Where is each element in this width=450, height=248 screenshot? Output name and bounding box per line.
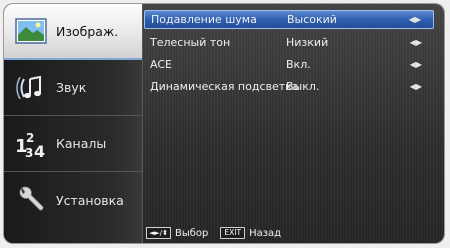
svg-text:3: 3 (25, 146, 33, 160)
sidebar-item-label: Установка (56, 192, 124, 208)
settings-list: Подавление шума Высокий ◀▶ Телесный тон … (144, 10, 434, 100)
channel-numbers-icon: 1 2 3 4 (14, 127, 48, 161)
key-hints: ◄►/⬍ Выбор EXIT Назад (146, 226, 281, 240)
menu-row-value: Выкл. (286, 80, 320, 93)
menu-row-name: Динамическая подсветка (150, 80, 299, 93)
select-hint-label: Выбор (175, 227, 209, 239)
left-right-arrows-icon[interactable]: ◀▶ (409, 11, 421, 28)
menu-row-value: Высокий (287, 13, 337, 26)
sidebar-item-label: Звук (56, 80, 87, 95)
menu-row-name: Подавление шума (151, 13, 257, 26)
settings-panel: Изображ. Звук 1 2 3 4 Каналы Установка П… (4, 4, 444, 243)
left-right-arrows-icon[interactable]: ◀▶ (410, 56, 422, 73)
menu-row-name: ACE (150, 58, 172, 71)
sidebar-item-label: Изображ. (56, 23, 119, 39)
navigation-keys-icon: ◄►/⬍ (146, 227, 171, 239)
sidebar-item-channels[interactable]: 1 2 3 4 Каналы (4, 116, 142, 172)
left-right-arrows-icon[interactable]: ◀▶ (410, 78, 422, 95)
menu-row-noise-reduction[interactable]: Подавление шума Высокий ◀▶ (144, 10, 434, 29)
menu-row-ace[interactable]: ACE Вкл. ◀▶ (144, 56, 434, 73)
exit-key-icon: EXIT (220, 227, 246, 239)
sidebar-item-setup[interactable]: Установка (4, 172, 142, 228)
menu-row-dynamic-backlight[interactable]: Динамическая подсветка Выкл. ◀▶ (144, 78, 434, 95)
tv-screen: Изображ. Звук 1 2 3 4 Каналы Установка П… (0, 0, 450, 248)
menu-row-name: Телесный тон (150, 36, 231, 49)
sidebar-item-sound[interactable]: Звук (4, 60, 142, 116)
menu-row-skin-tone[interactable]: Телесный тон Низкий ◀▶ (144, 34, 434, 51)
sidebar: Изображ. Звук 1 2 3 4 Каналы Установка (4, 4, 143, 243)
sidebar-item-label: Каналы (56, 136, 107, 151)
back-hint-label: Назад (249, 227, 282, 239)
svg-text:4: 4 (34, 142, 45, 160)
menu-row-value: Вкл. (286, 58, 311, 71)
picture-icon (14, 14, 48, 48)
menu-row-value: Низкий (286, 36, 329, 49)
left-right-arrows-icon[interactable]: ◀▶ (410, 34, 422, 51)
wrench-icon (14, 183, 48, 217)
music-note-icon (14, 71, 48, 105)
sidebar-item-picture[interactable]: Изображ. (4, 4, 142, 60)
